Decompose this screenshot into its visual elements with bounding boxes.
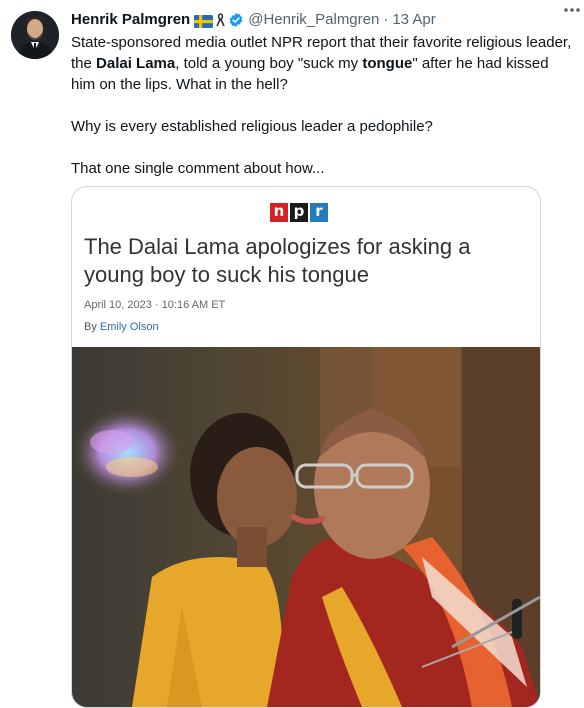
tweet-date[interactable]: 13 Apr: [392, 10, 435, 30]
tweet-header: Henrik Palmgren @Henrik_Palmgren · 13 Ap…: [71, 10, 576, 30]
tweet[interactable]: Henrik Palmgren @Henrik_Palmgren · 13 Ap…: [0, 0, 584, 708]
bold-text-tongue: tongue: [362, 55, 413, 72]
author-name[interactable]: Henrik Palmgren: [71, 10, 190, 30]
tweet-paragraph-1: State-sponsored media outlet NPR report …: [71, 32, 576, 95]
tweet-text: State-sponsored media outlet NPR report …: [71, 32, 576, 179]
tweet-paragraph-3: That one single comment about how...: [71, 160, 325, 177]
link-preview-card[interactable]: n p r The Dalai Lama apologizes for aski…: [71, 186, 541, 708]
npr-logo-p: p: [290, 203, 308, 222]
more-dots-icon[interactable]: [560, 0, 584, 20]
article-date: April 10, 2023 · 10:16 AM ET: [84, 299, 226, 311]
article-author[interactable]: Emily Olson: [100, 321, 159, 333]
byline-prefix: By: [84, 321, 100, 333]
tweet-paragraph-2: Why is every established religious leade…: [71, 118, 433, 135]
article-headline[interactable]: The Dalai Lama apologizes for asking a y…: [84, 233, 534, 289]
article-photo[interactable]: [72, 347, 540, 707]
npr-logo-n: n: [270, 203, 288, 222]
separator-dot: ·: [383, 11, 389, 28]
npr-logo-r: r: [310, 203, 328, 222]
sweden-flag-icon: [194, 14, 214, 28]
verified-badge-icon[interactable]: [228, 12, 244, 28]
text-segment: , told a young boy "suck my: [175, 55, 363, 72]
bold-text-dalai-lama: Dalai Lama: [96, 55, 176, 72]
article-byline: By Emily Olson: [84, 321, 159, 333]
tweet-content: Henrik Palmgren @Henrik_Palmgren · 13 Ap…: [71, 10, 576, 179]
npr-logo: n p r: [270, 203, 328, 222]
author-handle[interactable]: @Henrik_Palmgren: [248, 10, 379, 30]
avatar[interactable]: [11, 11, 59, 59]
black-ribbon-icon: [216, 13, 225, 27]
